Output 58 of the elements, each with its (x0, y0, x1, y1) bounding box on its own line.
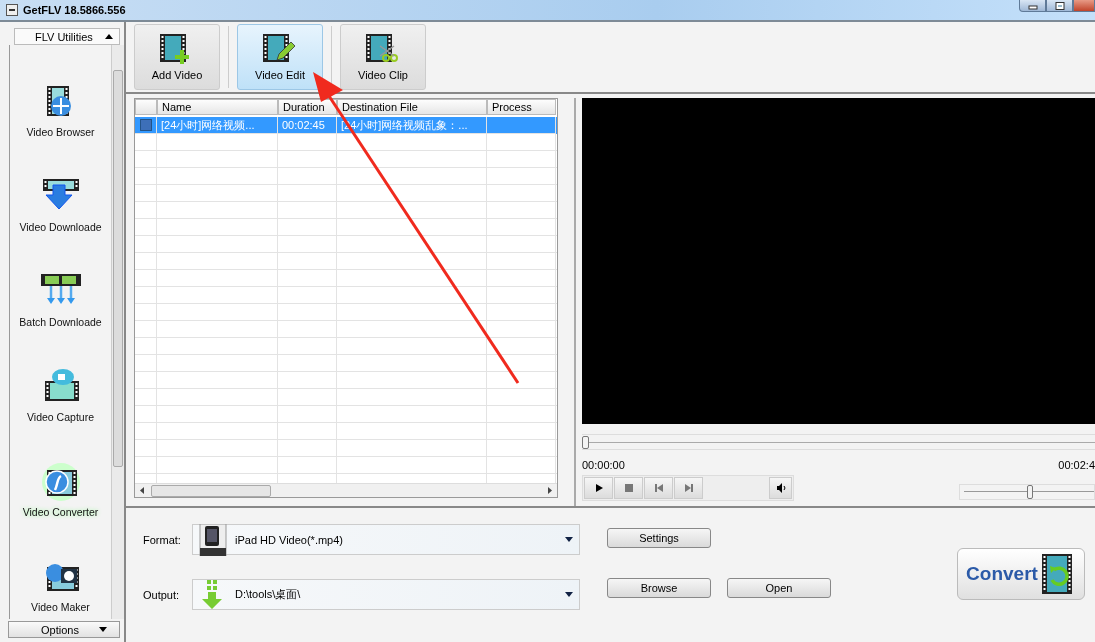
scrollbar[interactable] (111, 45, 124, 619)
sidebar-item[interactable]: Video Converter (10, 433, 111, 518)
table-cell: 00:02:45 (278, 117, 337, 134)
sidebar-item[interactable]: Video Browser (10, 53, 111, 138)
column-header[interactable] (135, 99, 157, 115)
scrollbar-thumb[interactable] (151, 484, 271, 497)
volume-button[interactable] (769, 477, 792, 499)
toolbar-button[interactable]: Add Video (134, 24, 220, 90)
column-header[interactable]: Duration (278, 99, 337, 115)
app-icon (6, 4, 18, 16)
dropdown-arrow-icon (565, 537, 573, 542)
column-header[interactable]: Destination File (337, 99, 487, 115)
file-icon (139, 119, 152, 131)
window-title: GetFLV 18.5866.556 (23, 4, 126, 16)
open-button[interactable]: Open (727, 578, 831, 598)
previous-button[interactable] (644, 477, 673, 499)
sidebar-item[interactable]: Video Downloade (10, 148, 111, 233)
dropdown-arrow-icon (565, 592, 573, 597)
sidebar-item[interactable]: Video Capture (10, 338, 111, 423)
time-label: 00:00:00 (582, 459, 625, 473)
slider-thumb[interactable] (1027, 485, 1033, 499)
stop-button[interactable] (614, 477, 643, 499)
scrollbar-thumb[interactable] (113, 70, 123, 467)
browse-button[interactable]: Browse (607, 578, 711, 598)
collapse-icon (105, 34, 113, 39)
format-dropdown[interactable]: iPad HD Video(*.mp4) (192, 524, 580, 555)
play-button[interactable] (584, 477, 613, 499)
sidebar-item[interactable]: Batch Downloade (10, 243, 111, 328)
output-dropdown[interactable]: D:\tools\桌面\ (192, 579, 580, 610)
volume-slider[interactable] (959, 484, 1095, 500)
scroll-left-icon (139, 487, 145, 494)
column-header[interactable]: Process (487, 99, 556, 115)
scrollbar[interactable] (135, 483, 557, 497)
stop-icon (623, 483, 634, 493)
next-button[interactable] (674, 477, 703, 499)
maximize-icon (1054, 1, 1065, 10)
tablet-icon (199, 523, 227, 556)
speaker-icon (775, 483, 786, 493)
field-label: Format: (143, 533, 181, 546)
options-dropdown[interactable]: Options (8, 621, 120, 638)
settings-button[interactable]: Settings (607, 528, 711, 548)
previous-icon (653, 483, 664, 493)
column-header[interactable]: Name (157, 99, 278, 115)
maximize-button[interactable] (1046, 0, 1073, 12)
play-icon (593, 483, 604, 493)
sidebar-item[interactable]: Video Maker (10, 528, 111, 613)
seek-slider[interactable] (582, 434, 1095, 450)
field-label: Output: (143, 588, 181, 601)
toolbar-button[interactable]: Video Clip (340, 24, 426, 90)
convert-button[interactable]: Convert (957, 548, 1085, 600)
toolbar-button[interactable]: Video Edit (237, 24, 323, 90)
time-label: 00:02:4 (1058, 459, 1095, 473)
table-cell: [24小时]网络视频... (157, 117, 278, 134)
next-icon (683, 483, 694, 493)
dropdown-arrow-icon (98, 627, 107, 632)
sidebar-header[interactable]: FLV Utilities (14, 28, 120, 45)
slider-thumb[interactable] (582, 436, 589, 449)
scroll-right-icon (547, 487, 553, 494)
